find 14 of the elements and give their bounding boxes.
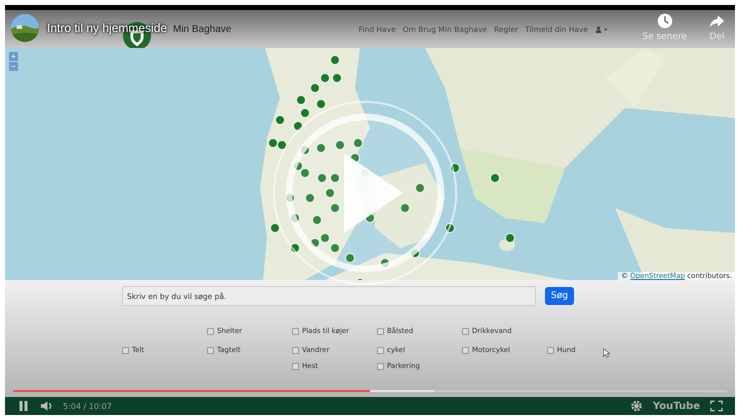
clock-icon — [656, 13, 673, 29]
search-button[interactable]: Søg — [545, 287, 574, 305]
pause-button[interactable] — [17, 400, 30, 412]
volume-icon[interactable] — [40, 400, 53, 412]
play-icon[interactable] — [270, 98, 460, 288]
pause-icon — [17, 400, 30, 412]
share-icon — [709, 13, 725, 29]
user-menu-icon[interactable] — [595, 26, 609, 32]
youtube-logo[interactable]: YouTube — [652, 400, 700, 412]
mouse-cursor-icon — [603, 348, 610, 358]
fullscreen-icon[interactable] — [710, 400, 723, 412]
site-brand[interactable]: Min Baghave — [173, 24, 232, 34]
video-time: 5:04 / 10:07 — [63, 402, 112, 410]
settings-icon[interactable] — [630, 400, 643, 412]
